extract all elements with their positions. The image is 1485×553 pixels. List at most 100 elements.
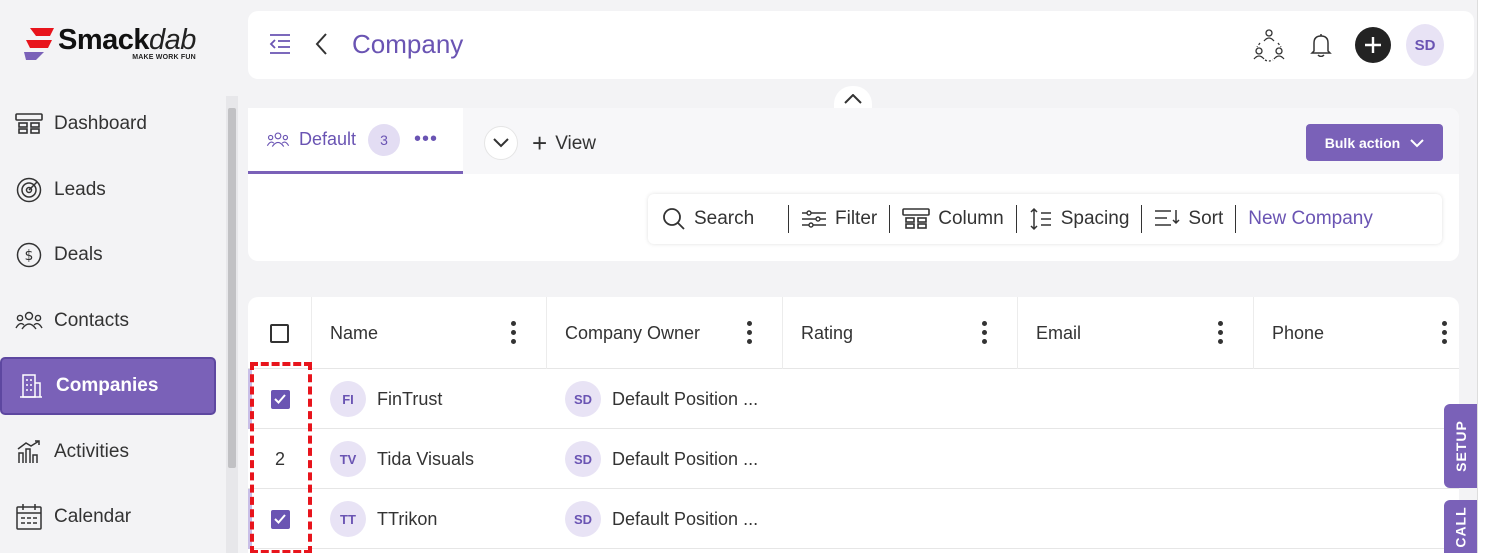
- bell-icon[interactable]: [1302, 26, 1340, 64]
- top-header: Company SD: [248, 11, 1474, 79]
- table-row[interactable]: 2 TV Tida Visuals SD Default Position ..…: [248, 429, 1459, 489]
- column-label: Company Owner: [565, 322, 701, 343]
- sidebar-item-companies[interactable]: Companies: [0, 357, 216, 415]
- company-avatar: TV: [330, 441, 366, 477]
- sidebar-scroll-thumb[interactable]: [228, 108, 236, 468]
- sidebar-item-leads[interactable]: Leads: [0, 161, 216, 219]
- sort-icon: [1155, 210, 1180, 226]
- owner-avatar: SD: [565, 381, 601, 417]
- new-company-button[interactable]: New Company: [1236, 194, 1385, 244]
- sidebar-item-contacts[interactable]: Contacts: [0, 292, 216, 350]
- sort-label: Sort: [1188, 208, 1224, 229]
- table-toolbar: Search Filter Column Spacing Sort New Co…: [648, 194, 1442, 244]
- column-header-email[interactable]: Email: [1018, 297, 1254, 369]
- page-title: Company: [352, 29, 464, 59]
- sidebar-item-label: Calendar: [54, 506, 132, 527]
- search-icon: [663, 208, 685, 230]
- window-edge: [1477, 0, 1485, 553]
- views-dropdown-button[interactable]: [484, 126, 518, 160]
- logo[interactable]: Smackdab MAKE WORK FUN: [22, 24, 196, 62]
- sidebar-item-label: Contacts: [54, 310, 129, 331]
- spacing-icon: [1030, 207, 1051, 231]
- sidebar-item-dashboard[interactable]: Dashboard: [0, 95, 216, 153]
- column-header-name[interactable]: Name: [312, 297, 547, 369]
- plus-icon: +: [532, 128, 548, 158]
- tab-count-badge: 3: [368, 123, 401, 156]
- column-header-owner[interactable]: Company Owner: [547, 297, 783, 369]
- sidebar: Smackdab MAKE WORK FUN Dashboard Leads $…: [0, 0, 238, 553]
- column-menu-icon[interactable]: [1441, 321, 1447, 344]
- select-all-checkbox[interactable]: [270, 323, 289, 343]
- sidebar-item-label: Activities: [54, 441, 129, 462]
- sidebar-item-label: Leads: [54, 179, 106, 200]
- call-side-tab[interactable]: CALL: [1444, 500, 1477, 553]
- sidebar-item-activities[interactable]: Activities: [0, 423, 216, 481]
- sidebar-item-label: Companies: [56, 375, 159, 396]
- people-icon: [14, 306, 44, 336]
- sidebar-scrollbar[interactable]: [226, 96, 238, 553]
- company-name-link[interactable]: Tida Visuals: [377, 449, 474, 470]
- select-all-cell: [248, 297, 312, 369]
- selection-highlight-annotation: [250, 362, 312, 553]
- column-label: Column: [938, 208, 1004, 229]
- chevron-down-icon: [1410, 135, 1424, 151]
- sidebar-item-label: Dashboard: [54, 113, 147, 134]
- dashboard-icon: [14, 109, 44, 139]
- table-row[interactable]: FI FinTrust SD Default Position ...: [248, 369, 1459, 429]
- add-new-button[interactable]: [1354, 26, 1392, 64]
- owner-avatar: SD: [565, 501, 601, 537]
- chevron-up-icon: [844, 94, 862, 104]
- tab-more-button[interactable]: •••: [414, 128, 438, 151]
- filter-icon: [802, 210, 826, 228]
- sort-button[interactable]: Sort: [1142, 194, 1235, 244]
- logo-mark-icon: [24, 28, 54, 60]
- table-header: Name Company Owner Rating Email Phone: [248, 297, 1459, 369]
- column-label: Rating: [801, 322, 854, 343]
- column-header-phone[interactable]: Phone: [1254, 297, 1459, 369]
- sidebar-item-deals[interactable]: $ Deals: [0, 226, 216, 284]
- company-avatar: FI: [330, 381, 366, 417]
- column-header-rating[interactable]: Rating: [783, 297, 1018, 369]
- plus-icon: [1355, 27, 1391, 63]
- owner-name: Default Position ...: [612, 508, 759, 529]
- calendar-icon: [14, 502, 44, 532]
- spacing-button[interactable]: Spacing: [1017, 194, 1142, 244]
- dollar-icon: $: [14, 240, 44, 270]
- view-tabs: Default 3 ••• + View Bulk action: [248, 108, 1459, 174]
- tab-default[interactable]: Default 3 •••: [248, 108, 463, 174]
- avatar: SD: [1406, 24, 1444, 66]
- column-menu-icon[interactable]: [981, 321, 987, 344]
- company-name-link[interactable]: TTrikon: [377, 509, 437, 530]
- spacing-label: Spacing: [1060, 208, 1130, 229]
- people-icon: [266, 131, 290, 147]
- building-icon: [16, 371, 46, 401]
- column-menu-icon[interactable]: [746, 321, 752, 344]
- filter-button[interactable]: Filter: [789, 194, 889, 244]
- menu-collapse-icon[interactable]: [268, 33, 292, 60]
- tab-label: Default: [299, 129, 357, 149]
- table-row[interactable]: TT TTrikon SD Default Position ...: [248, 489, 1459, 549]
- chevron-down-icon: [493, 138, 509, 148]
- search-label: Search: [694, 208, 755, 229]
- user-avatar-button[interactable]: SD: [1406, 24, 1444, 66]
- sidebar-item-label: Deals: [54, 244, 103, 265]
- search-button[interactable]: Search: [648, 194, 788, 244]
- column-button[interactable]: Column: [890, 194, 1015, 244]
- owner-avatar: SD: [565, 441, 601, 477]
- column-menu-icon[interactable]: [1217, 321, 1223, 344]
- back-arrow-icon[interactable]: [314, 32, 328, 61]
- column-icon: [902, 208, 931, 229]
- view-panel: Default 3 ••• + View Bulk action Search …: [248, 108, 1459, 261]
- activities-icon: [14, 437, 44, 467]
- companies-table: Name Company Owner Rating Email Phone FI…: [248, 297, 1459, 553]
- sidebar-item-calendar[interactable]: Calendar: [0, 488, 216, 546]
- column-menu-icon[interactable]: [510, 321, 516, 344]
- setup-side-tab[interactable]: SETUP: [1444, 404, 1477, 488]
- company-name-link[interactable]: FinTrust: [377, 389, 442, 410]
- target-icon: [14, 175, 44, 205]
- add-view-button[interactable]: + View: [532, 128, 596, 159]
- column-label: Email: [1036, 322, 1082, 343]
- bulk-action-button[interactable]: Bulk action: [1306, 124, 1443, 161]
- org-network-icon[interactable]: [1250, 26, 1288, 64]
- logo-wordmark: Smackdab: [58, 24, 196, 56]
